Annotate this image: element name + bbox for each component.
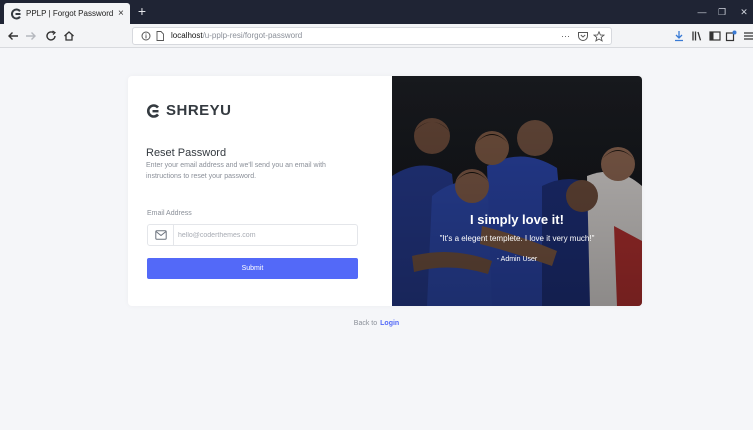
shreyu-favicon-icon xyxy=(11,8,21,19)
address-bar[interactable]: localhost/u-pplp-resi/forgot-password ··… xyxy=(132,27,612,45)
testimonial-panel: I simply love it! "It's a elegent temple… xyxy=(392,76,642,306)
home-icon[interactable] xyxy=(62,29,76,43)
menu-icon[interactable] xyxy=(742,29,753,43)
url-host: localhost xyxy=(171,31,203,40)
mail-icon xyxy=(154,230,167,240)
back-arrow-icon[interactable] xyxy=(6,29,20,43)
url-path: /u-pplp-resi/forgot-password xyxy=(202,31,303,40)
email-addon xyxy=(148,225,174,245)
restore-icon[interactable]: ❐ xyxy=(716,6,728,18)
brand-name: SHREYU xyxy=(166,102,232,119)
close-window-icon[interactable]: ✕ xyxy=(738,6,750,18)
library-icon[interactable] xyxy=(690,29,704,43)
reload-icon[interactable] xyxy=(44,29,58,43)
login-link[interactable]: Login xyxy=(380,320,399,327)
tab-title: PPLP | Forgot Password xyxy=(26,9,114,18)
email-input-group xyxy=(147,224,358,246)
site-info-icon[interactable] xyxy=(141,31,151,41)
download-icon[interactable] xyxy=(672,29,686,43)
email-field[interactable] xyxy=(178,227,354,243)
pocket-icon[interactable] xyxy=(577,31,589,42)
submit-button[interactable]: Submit xyxy=(147,258,358,279)
browser-nav-bar: localhost/u-pplp-resi/forgot-password ··… xyxy=(0,24,753,48)
page-content: SHREYU Reset Password Enter your email a… xyxy=(0,48,753,430)
forward-arrow-icon[interactable] xyxy=(24,29,38,43)
shreyu-logo-icon xyxy=(146,103,160,118)
page-title: Reset Password xyxy=(146,147,227,159)
page-actions-icon[interactable]: ··· xyxy=(561,31,573,42)
tab-close-icon[interactable]: × xyxy=(118,8,124,19)
page-icon xyxy=(156,31,164,41)
brand-logo[interactable]: SHREYU xyxy=(146,102,232,119)
back-to-login-row: Back to Login xyxy=(0,320,753,327)
url-text[interactable]: localhost/u-pplp-resi/forgot-password xyxy=(171,31,302,41)
minimize-icon[interactable]: — xyxy=(696,6,708,18)
extension-icon[interactable] xyxy=(724,29,738,43)
testimonial-quote: "It's a elegent templete. I love it very… xyxy=(439,234,595,243)
back-to-text: Back to xyxy=(353,320,378,327)
testimonial-title: I simply love it! xyxy=(470,212,564,227)
sidebar-icon[interactable] xyxy=(708,29,722,43)
bookmark-star-icon[interactable] xyxy=(593,31,605,42)
testimonial-author: - Admin User xyxy=(496,256,538,263)
browser-tab[interactable]: PPLP | Forgot Password × xyxy=(4,3,130,24)
instructions-text: Enter your email address and we'll send … xyxy=(146,162,326,180)
team-photo xyxy=(392,76,642,306)
new-tab-button[interactable]: + xyxy=(135,4,149,18)
browser-tab-bar: PPLP | Forgot Password × + — ❐ ✕ xyxy=(0,0,753,24)
email-label: Email Address xyxy=(147,210,192,217)
reset-password-card: SHREYU Reset Password Enter your email a… xyxy=(128,76,642,306)
